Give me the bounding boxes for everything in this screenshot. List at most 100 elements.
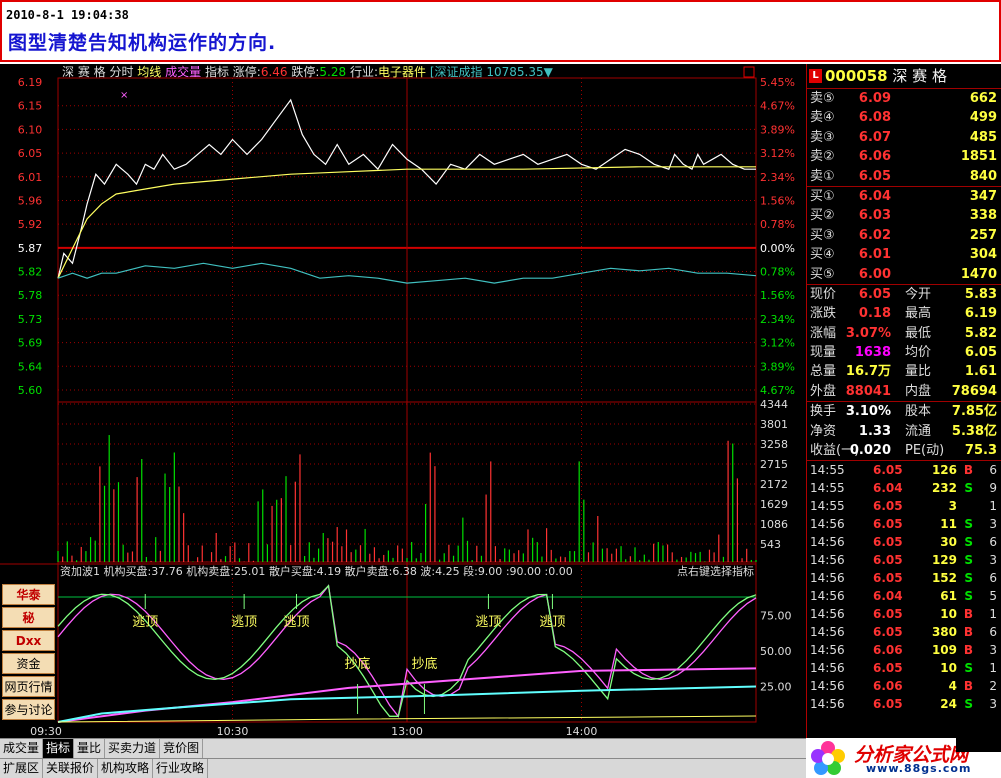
sell-signal-label: 逃顶	[475, 615, 501, 630]
tick-price: 6.05	[873, 499, 903, 514]
tick-count: 3	[989, 643, 997, 658]
tab-item[interactable]: 扩展区	[0, 759, 44, 778]
volume-tick-label: 2715	[760, 458, 788, 471]
tick-side: S	[964, 571, 973, 586]
indicator-tick-label: 50.00	[760, 645, 792, 658]
sell-signal-label: 逃顶	[539, 615, 565, 630]
price-tick-label: 5.64	[18, 360, 43, 373]
side-button-panel: 华泰秘 Dxx 资金 网页行情 参与讨论	[2, 584, 55, 722]
tick-volume: 24	[940, 697, 957, 712]
stat-value: 1.61	[964, 364, 997, 380]
tick-price: 6.05	[873, 625, 903, 640]
side-button[interactable]: 网页行情	[2, 676, 55, 697]
side-button[interactable]: 参与讨论	[2, 699, 55, 720]
tick-row: 14:55 6.05 126 B 6	[807, 461, 1001, 479]
stat-value: 5.82	[964, 325, 997, 341]
ask-price: 6.05	[858, 168, 891, 184]
ask-volume: 485	[969, 129, 997, 145]
tab-item[interactable]: 机构攻略	[98, 759, 154, 778]
ask-row[interactable]: 卖③ 6.07 485	[807, 128, 1001, 147]
stat-row: 涨跌 0.18 最高 6.19	[807, 304, 1001, 323]
price-tick-label: 5.69	[18, 337, 43, 350]
ask-row[interactable]: 卖④ 6.08 499	[807, 108, 1001, 127]
ask-row[interactable]: 卖② 6.06 1851	[807, 147, 1001, 166]
tick-count: 6	[989, 535, 997, 550]
ask-label: 卖③	[810, 129, 835, 145]
intraday-chart[interactable]: 深 赛 格 分时 均线 成交量 指标 涨停:6.46 跌停:5.28 行业:电子…	[0, 64, 806, 738]
tab-item[interactable]: 行业攻略	[153, 759, 209, 778]
tick-time: 14:56	[810, 571, 845, 586]
datetime-label: 2010-8-1 19:04:38	[6, 8, 129, 22]
ask-volume: 1851	[960, 149, 997, 165]
price-tick-label: 6.19	[18, 76, 43, 89]
tick-price: 6.04	[873, 481, 903, 496]
tick-volume: 4	[948, 679, 957, 694]
pct-tick-label: 1.56%	[760, 289, 795, 302]
bid-row[interactable]: 买① 6.04 347	[807, 187, 1001, 206]
price-stats: 现价 6.05 今开 5.83 涨跌 0.18 最高 6.19 涨幅 3.07% 最低 5.82 现量 1…	[807, 283, 1001, 401]
ask-label: 卖④	[810, 110, 835, 126]
tab-item[interactable]: 关联报价	[43, 759, 99, 778]
volume-tick-label: 2172	[760, 478, 788, 491]
tick-time: 14:55	[810, 463, 845, 478]
price-tick-label: 5.82	[18, 266, 43, 279]
side-button[interactable]: Dxx	[2, 630, 55, 651]
tick-price: 6.05	[873, 535, 903, 550]
tick-side: S	[964, 535, 973, 550]
ask-volume: 662	[969, 91, 997, 106]
pct-tick-label: 3.89%	[760, 360, 795, 373]
bid-row[interactable]: 买② 6.03 338	[807, 206, 1001, 225]
tab-item[interactable]: 量比	[74, 739, 106, 758]
side-button[interactable]: 华泰	[2, 584, 55, 605]
volume-tick-label: 4344	[760, 398, 788, 411]
tick-side: S	[964, 553, 973, 568]
sell-signal-label: 逃顶	[231, 615, 257, 630]
ask-row[interactable]: 卖⑤ 6.09 662	[807, 89, 1001, 108]
tick-time: 14:56	[810, 517, 845, 532]
tick-volume: 61	[940, 589, 957, 604]
stat-label: 今开	[905, 286, 932, 302]
tick-list[interactable]: 14:55 6.05 126 B 6 14:55 6.04 232 S 9 14:55 6.05 3 1 1…	[807, 460, 1001, 713]
ask-price: 6.08	[858, 110, 891, 126]
tab-item[interactable]: 买卖力道	[105, 739, 161, 758]
stat-label: 最高	[905, 306, 932, 322]
pct-tick-label: 2.34%	[760, 171, 795, 184]
chart-canvas[interactable]: 深 赛 格 分时 均线 成交量 指标 涨停:6.46 跌停:5.28 行业:电子…	[0, 64, 806, 738]
tick-count: 5	[989, 589, 997, 604]
sell-signal-label: 逃顶	[132, 615, 158, 630]
caption-text: 图型清楚告知机构运作的方向.	[8, 32, 277, 54]
tick-row: 14:56 6.05 129 S 3	[807, 551, 1001, 569]
time-tick-label: 14:00	[566, 725, 598, 738]
indicator-hint[interactable]: 点右键选择指标	[677, 564, 754, 578]
side-button[interactable]: 资金	[2, 653, 55, 674]
tick-time: 14:56	[810, 625, 845, 640]
tick-row: 14:56 6.05 152 S 6	[807, 569, 1001, 587]
chart-mode: 分时	[109, 65, 137, 79]
price-tick-label: 6.01	[18, 171, 43, 184]
ask-row[interactable]: 卖① 6.05 840	[807, 167, 1001, 186]
tick-row: 14:56 6.05 10 B 1	[807, 605, 1001, 623]
stat-label: 内盘	[905, 383, 932, 399]
tab-item[interactable]: 竞价图	[160, 739, 204, 758]
fundamental-stats: 换手 3.10% 股本 7.85亿 净资 1.33 流通 5.38亿 收益(一) 0.020 PE(…	[807, 401, 1001, 460]
tab-item[interactable]: 成交量	[0, 739, 44, 758]
level-badge: L	[809, 69, 822, 83]
caption-banner: 2010-8-1 19:04:38 图型清楚告知机构运作的方向.	[0, 0, 1001, 62]
price-tick-label: 5.73	[18, 313, 43, 326]
bid-row[interactable]: 买⑤ 6.00 1470	[807, 265, 1001, 284]
chart-header: 深 赛 格 分时 均线 成交量 指标 涨停:6.46 跌停:5.28 行业:电子…	[62, 64, 554, 79]
bid-price: 6.01	[858, 247, 891, 263]
bid-row[interactable]: 买③ 6.02 257	[807, 226, 1001, 245]
maximize-icon[interactable]	[743, 66, 755, 78]
bid-row[interactable]: 买④ 6.01 304	[807, 245, 1001, 264]
tab-item[interactable]: 指标	[43, 739, 75, 758]
tick-price: 6.05	[873, 697, 903, 712]
side-button[interactable]: 秘	[2, 607, 55, 628]
tick-price: 6.05	[873, 661, 903, 676]
flower-logo-icon	[811, 741, 845, 775]
bid-volume: 338	[969, 208, 997, 224]
window-controls[interactable]	[956, 738, 1001, 752]
buy-signal-label: 抄底	[411, 656, 437, 672]
bid-volume: 257	[969, 227, 997, 243]
quote-panel: L 000058 深 赛 格 卖⑤ 6.09 662 卖④ 6.08 499 卖③ 6.07 4…	[806, 64, 1001, 738]
